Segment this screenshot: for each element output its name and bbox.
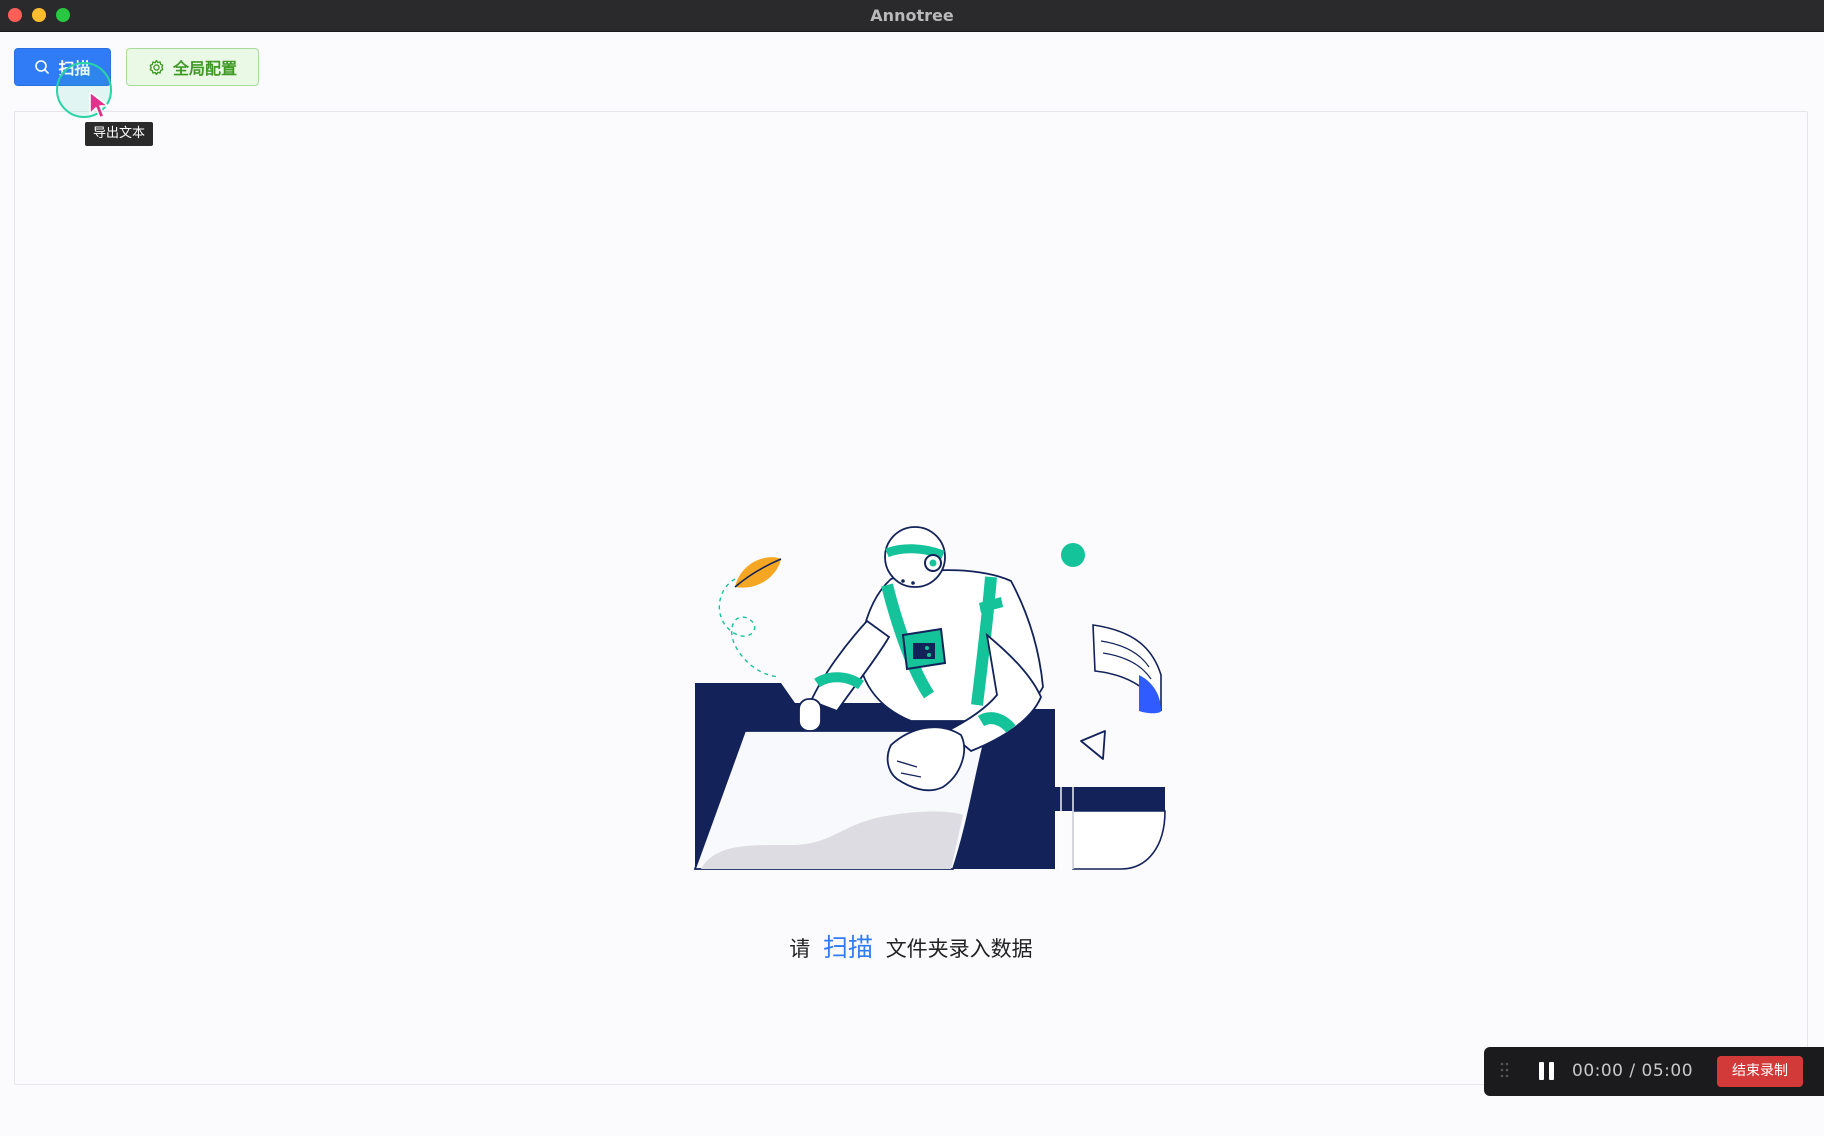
title-bar: Annotree (0, 0, 1824, 32)
elapsed-time: 00:00 (1572, 1061, 1624, 1081)
global-config-button[interactable]: 全局配置 (126, 48, 259, 86)
scan-link[interactable]: 扫描 (823, 933, 873, 962)
time-separator: / (1629, 1061, 1636, 1081)
pause-icon[interactable] (1536, 1060, 1558, 1086)
global-config-label: 全局配置 (172, 59, 237, 78)
empty-state-message: 请 扫描 文件夹录入数据 (15, 928, 1807, 964)
drag-handle-icon[interactable] (1500, 1061, 1510, 1085)
tooltip: 导出文本 (85, 122, 154, 146)
empty-state-prefix: 请 (789, 937, 811, 961)
total-time: 05:00 (1641, 1061, 1694, 1081)
recording-bar: 00:00 / 05:00 结束录制 (1484, 1047, 1824, 1096)
empty-state-illustration (691, 525, 1167, 879)
end-recording-button[interactable]: 结束录制 (1717, 1056, 1803, 1087)
recording-timer: 00:00 / 05:00 (1572, 1061, 1693, 1081)
window-title: Annotree (870, 6, 954, 25)
empty-state-suffix: 文件夹录入数据 (885, 937, 1033, 961)
mouse-pointer-icon (88, 90, 112, 124)
search-icon (34, 59, 50, 75)
main-panel: 请 扫描 文件夹录入数据 (14, 111, 1808, 1085)
gear-icon (148, 59, 165, 76)
